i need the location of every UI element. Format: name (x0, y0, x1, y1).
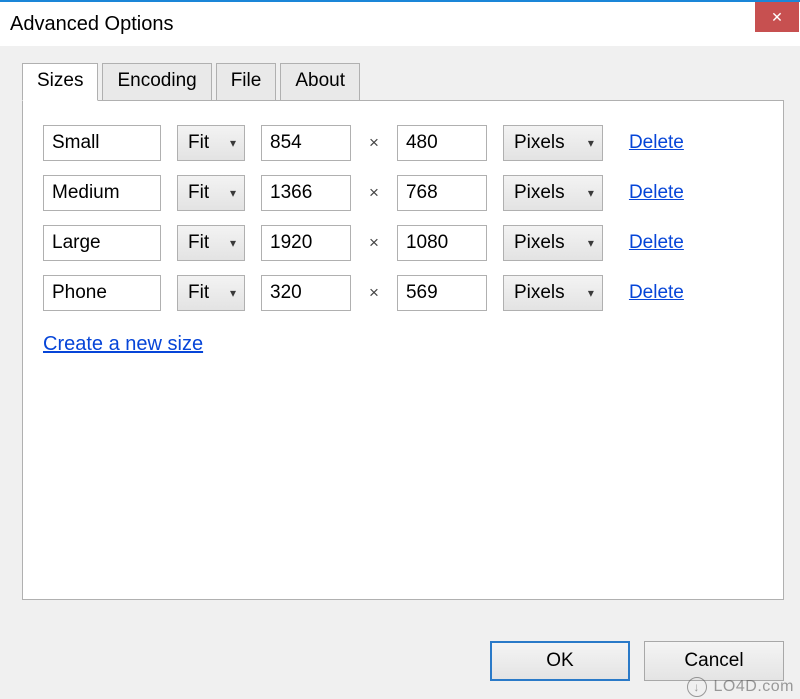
size-name-input[interactable] (43, 175, 161, 211)
chevron-down-icon: ▾ (588, 136, 594, 150)
cancel-button[interactable]: Cancel (644, 641, 784, 681)
unit-value: Pixels (514, 132, 565, 154)
width-input[interactable] (261, 175, 351, 211)
close-button[interactable]: ✕ (755, 2, 799, 32)
cancel-label: Cancel (684, 650, 743, 672)
size-row: Fit ▾ × Pixels ▾ Delete (43, 275, 763, 311)
delete-link[interactable]: Delete (629, 282, 684, 304)
unit-value: Pixels (514, 232, 565, 254)
tab-label: About (295, 70, 345, 91)
chevron-down-icon: ▾ (588, 236, 594, 250)
unit-dropdown[interactable]: Pixels ▾ (503, 125, 603, 161)
height-input[interactable] (397, 125, 487, 161)
width-input[interactable] (261, 225, 351, 261)
size-row: Fit ▾ × Pixels ▾ Delete (43, 175, 763, 211)
fit-value: Fit (188, 282, 209, 304)
height-input[interactable] (397, 225, 487, 261)
size-name-input[interactable] (43, 125, 161, 161)
width-input[interactable] (261, 125, 351, 161)
chevron-down-icon: ▾ (588, 286, 594, 300)
unit-value: Pixels (514, 182, 565, 204)
tab-about[interactable]: About (280, 63, 360, 101)
fit-dropdown[interactable]: Fit ▾ (177, 175, 245, 211)
size-name-input[interactable] (43, 275, 161, 311)
client-area: Sizes Encoding File About Fit ▾ × Pixels… (0, 46, 800, 600)
tab-encoding[interactable]: Encoding (102, 63, 211, 101)
size-name-input[interactable] (43, 225, 161, 261)
times-symbol: × (367, 133, 381, 153)
times-symbol: × (367, 283, 381, 303)
close-icon: ✕ (771, 10, 783, 24)
tab-label: Encoding (117, 70, 196, 91)
size-row: Fit ▾ × Pixels ▾ Delete (43, 125, 763, 161)
fit-value: Fit (188, 232, 209, 254)
delete-link[interactable]: Delete (629, 232, 684, 254)
title-bar: Advanced Options ✕ (0, 0, 800, 46)
ok-label: OK (546, 650, 573, 672)
tab-strip: Sizes Encoding File About (22, 62, 784, 100)
tab-panel-sizes: Fit ▾ × Pixels ▾ Delete Fit ▾ (22, 100, 784, 600)
tab-sizes[interactable]: Sizes (22, 63, 98, 101)
fit-value: Fit (188, 132, 209, 154)
fit-dropdown[interactable]: Fit ▾ (177, 125, 245, 161)
size-row: Fit ▾ × Pixels ▾ Delete (43, 225, 763, 261)
times-symbol: × (367, 183, 381, 203)
unit-dropdown[interactable]: Pixels ▾ (503, 175, 603, 211)
delete-link[interactable]: Delete (629, 182, 684, 204)
fit-value: Fit (188, 182, 209, 204)
chevron-down-icon: ▾ (588, 186, 594, 200)
unit-dropdown[interactable]: Pixels ▾ (503, 275, 603, 311)
chevron-down-icon: ▾ (230, 286, 236, 300)
ok-button[interactable]: OK (490, 641, 630, 681)
unit-dropdown[interactable]: Pixels ▾ (503, 225, 603, 261)
delete-link[interactable]: Delete (629, 132, 684, 154)
dialog-buttons: OK Cancel (490, 641, 784, 681)
times-symbol: × (367, 233, 381, 253)
size-rows: Fit ▾ × Pixels ▾ Delete Fit ▾ (43, 125, 763, 311)
height-input[interactable] (397, 175, 487, 211)
tab-file[interactable]: File (216, 63, 277, 101)
fit-dropdown[interactable]: Fit ▾ (177, 225, 245, 261)
tab-label: Sizes (37, 70, 83, 91)
height-input[interactable] (397, 275, 487, 311)
unit-value: Pixels (514, 282, 565, 304)
width-input[interactable] (261, 275, 351, 311)
chevron-down-icon: ▾ (230, 186, 236, 200)
chevron-down-icon: ▾ (230, 136, 236, 150)
window-title: Advanced Options (10, 13, 173, 36)
tab-label: File (231, 70, 262, 91)
chevron-down-icon: ▾ (230, 236, 236, 250)
create-new-size-link[interactable]: Create a new size (43, 333, 203, 356)
fit-dropdown[interactable]: Fit ▾ (177, 275, 245, 311)
